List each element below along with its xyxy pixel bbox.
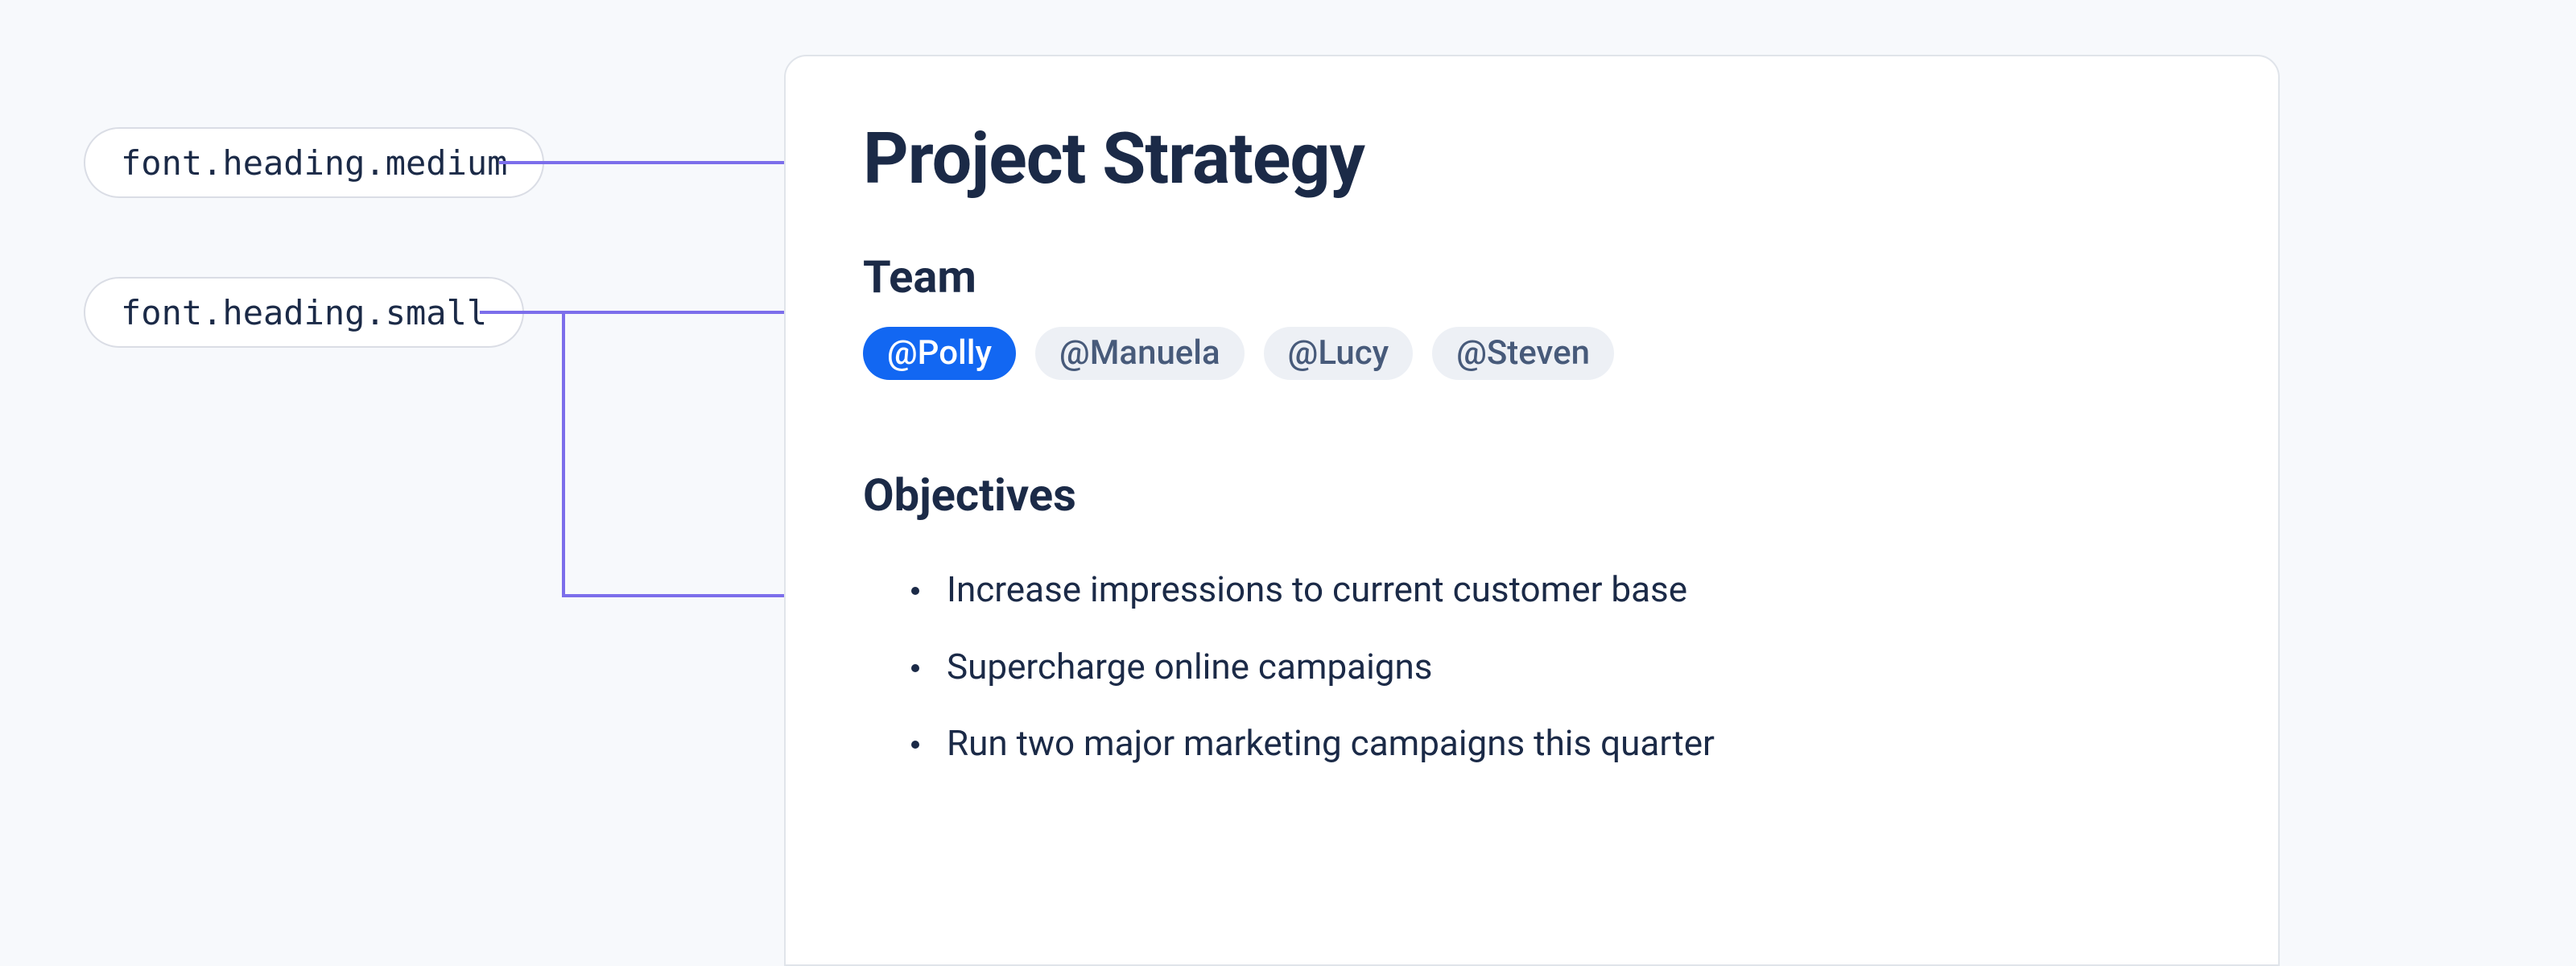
- document-card: Project Strategy Team @Polly @Manuela @L…: [784, 55, 2280, 966]
- list-item: Run two major marketing campaigns this q…: [911, 705, 2201, 782]
- team-chip[interactable]: @Lucy: [1264, 327, 1414, 380]
- objectives-heading: Objectives: [863, 469, 2201, 522]
- team-heading: Team: [863, 250, 2201, 304]
- list-item: Supercharge online campaigns: [911, 629, 2201, 705]
- team-chip[interactable]: @Manuela: [1035, 327, 1245, 380]
- list-item: Increase impressions to current customer…: [911, 551, 2201, 628]
- objectives-list: Increase impressions to current customer…: [863, 551, 2201, 782]
- page-title: Project Strategy: [863, 121, 2201, 199]
- token-label-heading-medium: font.heading.medium: [84, 127, 544, 198]
- team-chips: @Polly @Manuela @Lucy @Steven: [863, 327, 2201, 380]
- team-chip[interactable]: @Steven: [1432, 327, 1614, 380]
- token-label-heading-small: font.heading.small: [84, 277, 524, 348]
- team-chip[interactable]: @Polly: [863, 327, 1016, 380]
